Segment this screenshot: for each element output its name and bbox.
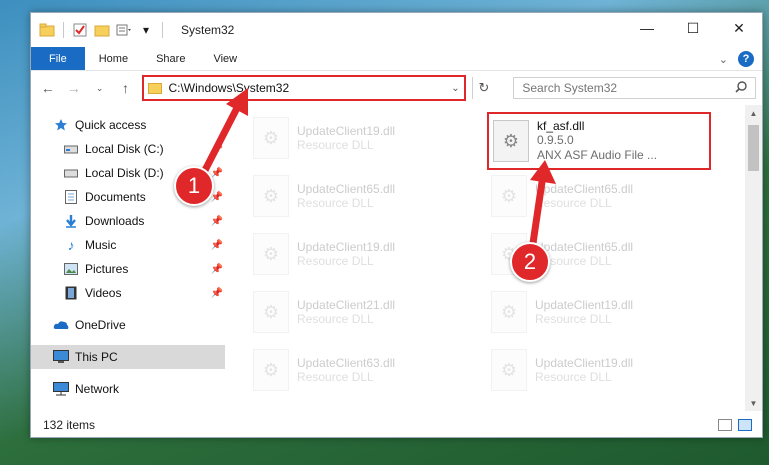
step-badge-2: 2	[510, 242, 550, 282]
step-badge-1: 1	[174, 166, 214, 206]
annotation-arrows	[196, 88, 556, 254]
